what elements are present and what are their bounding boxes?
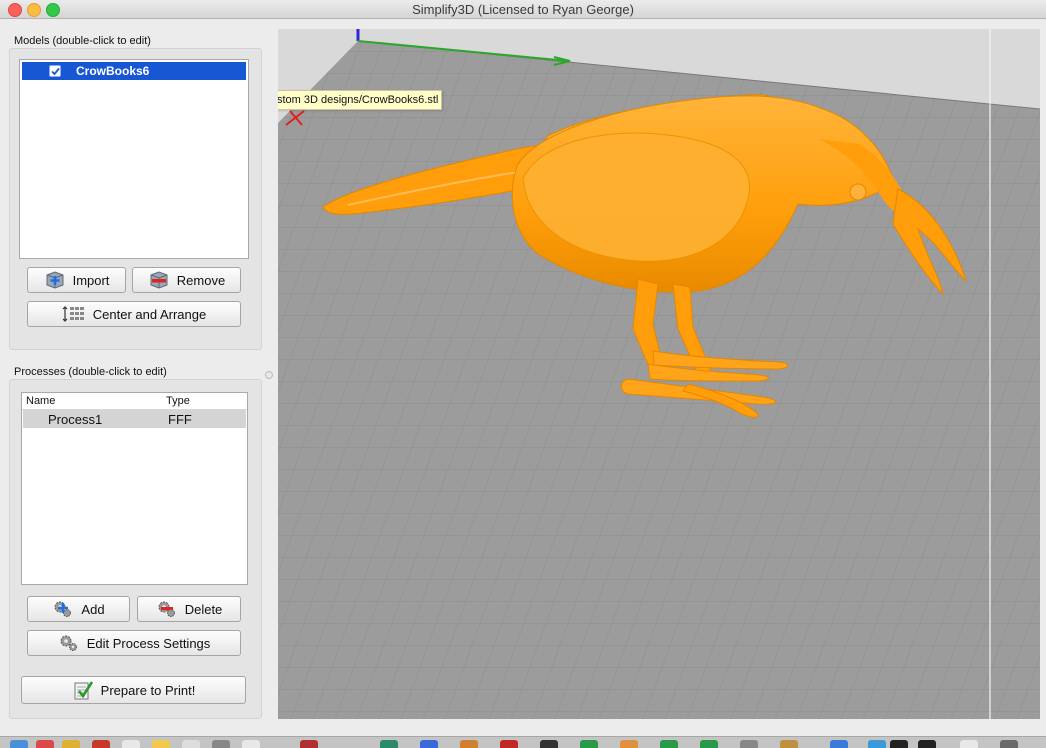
title-bar: Simplify3D (Licensed to Ryan George) [0, 0, 1046, 19]
column-header-type[interactable]: Type [162, 393, 247, 410]
3d-viewport[interactable]: /Users/photos/Desktop/custom 3D designs/… [278, 29, 1040, 719]
models-group-label: Models (double-click to edit) [14, 35, 151, 47]
table-row[interactable]: Process1 FFF [23, 410, 246, 428]
prepare-to-print-label: Prepare to Print! [100, 682, 196, 698]
sidebar: Models (double-click to edit) CrowBooks6… [0, 19, 276, 719]
arrange-icon [62, 306, 84, 322]
delete-process-button[interactable]: Delete [137, 596, 241, 622]
processes-table[interactable]: Name Type Process1 FFF [21, 392, 248, 585]
prepare-to-print-button[interactable]: Prepare to Print! [21, 676, 246, 704]
add-process-label: Add [81, 601, 105, 617]
model-list-item[interactable]: CrowBooks6 [22, 62, 246, 80]
window-right-edge [1040, 19, 1046, 719]
process-type: FFF [168, 412, 192, 427]
column-header-name[interactable]: Name [22, 393, 166, 410]
window-title: Simplify3D (Licensed to Ryan George) [412, 2, 634, 17]
edit-process-settings-label: Edit Process Settings [86, 635, 211, 651]
delete-process-label: Delete [184, 601, 223, 617]
splitter-handle[interactable] [265, 371, 273, 379]
center-and-arrange-label: Center and Arrange [92, 306, 207, 322]
processes-group-label: Processes (double-click to edit) [14, 366, 167, 378]
prepare-checklist-icon [74, 681, 93, 700]
delete-gear-icon [158, 601, 175, 617]
process-name: Process1 [48, 412, 103, 427]
dock [0, 736, 1046, 748]
add-gear-icon [54, 601, 72, 617]
import-button-label: Import [72, 272, 110, 288]
remove-cube-icon [150, 271, 168, 289]
build-plate-view [278, 29, 1040, 719]
import-button[interactable]: Import [27, 267, 126, 293]
model-path-tooltip: /Users/photos/Desktop/custom 3D designs/… [278, 90, 443, 110]
settings-gears-icon [60, 635, 77, 651]
center-and-arrange-button[interactable]: Center and Arrange [27, 301, 241, 327]
remove-button-label: Remove [176, 272, 226, 288]
remove-button[interactable]: Remove [132, 267, 241, 293]
add-process-button[interactable]: Add [27, 596, 130, 622]
edit-process-settings-button[interactable]: Edit Process Settings [27, 630, 241, 656]
model-name: CrowBooks6 [76, 64, 150, 78]
checkmark-icon [51, 67, 60, 76]
import-cube-icon [46, 271, 64, 289]
model-visible-checkbox[interactable] [49, 65, 61, 77]
models-list[interactable]: CrowBooks6 [19, 59, 249, 259]
